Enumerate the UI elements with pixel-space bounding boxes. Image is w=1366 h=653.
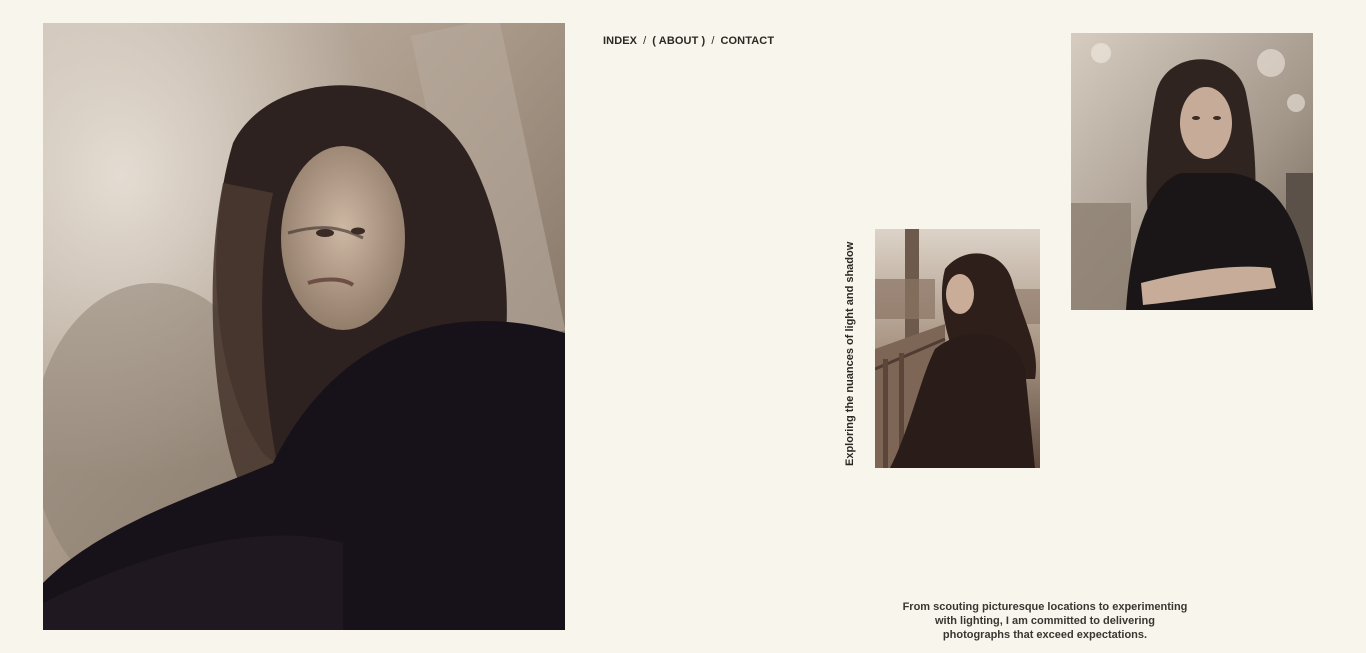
bridge-portrait-photo xyxy=(875,229,1040,468)
nav-link-about[interactable]: ( ABOUT ) xyxy=(652,35,705,47)
photographer-statement: From scouting picturesque locations to e… xyxy=(902,601,1188,641)
nav-separator: / xyxy=(711,35,715,47)
nav-link-contact[interactable]: CONTACT xyxy=(720,35,774,47)
vertical-caption: Exploring the nuances of light and shado… xyxy=(844,241,856,466)
nav-link-index[interactable]: INDEX xyxy=(603,35,637,47)
arms-crossed-portrait-photo xyxy=(1071,33,1313,310)
nav-separator: / xyxy=(643,35,647,47)
main-nav: INDEX / ( ABOUT ) / CONTACT xyxy=(603,35,774,47)
portfolio-page: INDEX / ( ABOUT ) / CONTACT Exploring th… xyxy=(0,0,1366,653)
hero-portrait-photo xyxy=(43,23,565,630)
